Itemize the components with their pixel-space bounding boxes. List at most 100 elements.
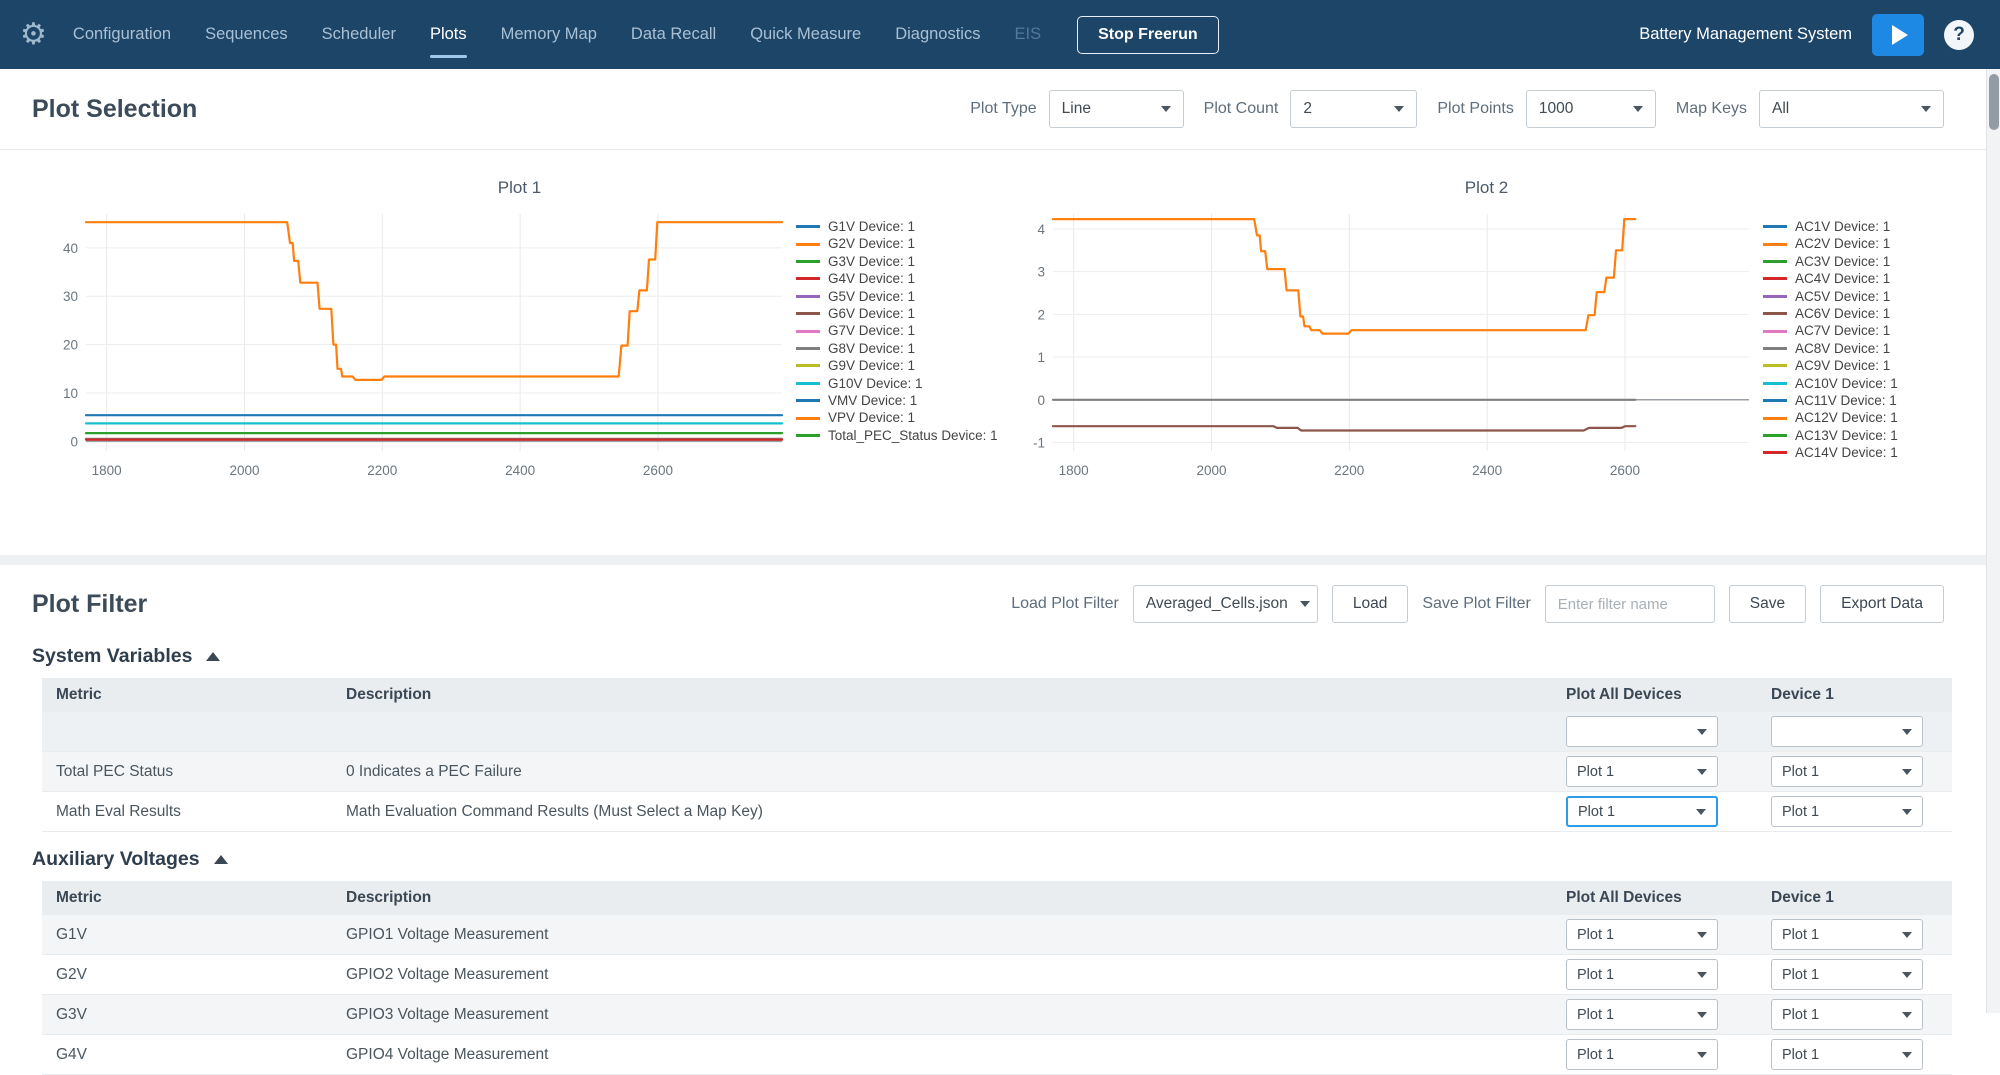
legend-item[interactable]: G7V Device: 1 (796, 322, 996, 339)
legend-item[interactable]: G8V Device: 1 (796, 340, 996, 357)
chevron-down-icon (1161, 106, 1171, 112)
run-button[interactable] (1872, 14, 1924, 56)
legend-item[interactable]: AC9V Device: 1 (1763, 357, 1963, 374)
legend-item[interactable]: Total_PEC_Status Device: 1 (796, 427, 996, 444)
scrollbar[interactable] (1986, 69, 2000, 1013)
legend-item[interactable]: G6V Device: 1 (796, 305, 996, 322)
collapse-caret-icon[interactable] (214, 855, 228, 864)
legend-swatch (796, 225, 820, 228)
export-data-button[interactable]: Export Data (1820, 585, 1944, 623)
legend-item[interactable]: VMV Device: 1 (796, 392, 996, 409)
legend-item[interactable]: G9V Device: 1 (796, 357, 996, 374)
device-1-select[interactable]: Plot 1 (1771, 959, 1923, 990)
legend-item[interactable]: AC8V Device: 1 (1763, 340, 1963, 357)
collapse-caret-icon[interactable] (206, 652, 220, 661)
plot-all-devices-select[interactable]: Plot 1 (1566, 1039, 1718, 1070)
plot-points-select[interactable]: 1000 (1526, 90, 1656, 128)
selected-value: All (1772, 100, 1789, 118)
nav-item-quick-measure[interactable]: Quick Measure (748, 17, 863, 52)
help-icon[interactable]: ? (1944, 20, 1974, 50)
plot-all-devices-select[interactable]: Plot 1 (1566, 919, 1718, 950)
legend-swatch (796, 243, 820, 246)
map-keys-select[interactable]: All (1759, 90, 1944, 128)
legend-swatch (1763, 330, 1787, 333)
nav-item-diagnostics[interactable]: Diagnostics (893, 17, 982, 52)
legend-label: AC2V Device: 1 (1795, 235, 1890, 252)
legend-item[interactable]: AC11V Device: 1 (1763, 392, 1963, 409)
device-1-select[interactable]: Plot 1 (1771, 756, 1923, 787)
svg-text:2: 2 (1037, 307, 1045, 322)
legend-item[interactable]: AC14V Device: 1 (1763, 444, 1963, 461)
settings-gear-icon[interactable]: ⚙ (20, 20, 47, 50)
legend-item[interactable]: AC10V Device: 1 (1763, 375, 1963, 392)
legend-label: Total_PEC_Status Device: 1 (828, 427, 998, 444)
legend-item[interactable]: G5V Device: 1 (796, 288, 996, 305)
legend-label: AC1V Device: 1 (1795, 218, 1890, 235)
plot-count-select[interactable]: 2 (1290, 90, 1417, 128)
device-1-select[interactable]: Plot 1 (1771, 999, 1923, 1030)
selected-value: Plot 1 (1782, 967, 1819, 983)
load-filter-select[interactable]: Averaged_Cells.json (1133, 585, 1318, 623)
column-header: Description (332, 678, 1552, 712)
load-button[interactable]: Load (1332, 585, 1408, 623)
column-header: Metric (42, 881, 332, 915)
legend-item[interactable]: G3V Device: 1 (796, 253, 996, 270)
filter-device-1-select[interactable] (1771, 716, 1923, 747)
plot-all-devices-select[interactable]: Plot 1 (1566, 999, 1718, 1030)
plot-2-canvas[interactable]: 18002000220024002600-101234 (1003, 204, 1763, 489)
charts-area: Plot 1 18002000220024002600010203040 G1V… (0, 150, 2000, 489)
nav-item-data-recall[interactable]: Data Recall (629, 17, 718, 52)
svg-text:30: 30 (63, 289, 78, 304)
nav-item-sequences[interactable]: Sequences (203, 17, 290, 52)
selected-value: Plot 1 (1577, 764, 1614, 780)
plot-all-devices-select[interactable]: Plot 1 (1566, 796, 1718, 827)
legend-item[interactable]: G10V Device: 1 (796, 375, 996, 392)
legend-label: AC5V Device: 1 (1795, 288, 1890, 305)
filter-plot-all-select[interactable] (1566, 716, 1718, 747)
legend-item[interactable]: AC6V Device: 1 (1763, 305, 1963, 322)
device-1-select[interactable]: Plot 1 (1771, 1039, 1923, 1070)
section-title: System Variables (32, 645, 192, 668)
legend-swatch (796, 382, 820, 385)
nav-item-memory-map[interactable]: Memory Map (499, 17, 599, 52)
legend-item[interactable]: G1V Device: 1 (796, 218, 996, 235)
legend-item[interactable]: AC2V Device: 1 (1763, 235, 1963, 252)
nav-item-configuration[interactable]: Configuration (71, 17, 173, 52)
filter-name-input[interactable] (1545, 585, 1715, 623)
plot-2-legend: AC1V Device: 1AC2V Device: 1AC3V Device:… (1763, 204, 1963, 489)
nav-item-plots[interactable]: Plots (428, 17, 469, 52)
plot-type-select[interactable]: Line (1049, 90, 1184, 128)
plot-selection-card: Plot Selection Plot TypeLinePlot Count2P… (0, 69, 2000, 555)
load-filter-label: Load Plot Filter (1011, 595, 1119, 613)
legend-item[interactable]: AC12V Device: 1 (1763, 409, 1963, 426)
legend-item[interactable]: AC13V Device: 1 (1763, 427, 1963, 444)
nav-items: Configuration Sequences Scheduler Plots Memo… (71, 17, 1043, 52)
stop-freerun-button[interactable]: Stop Freerun (1077, 16, 1219, 54)
device-1-select[interactable]: Plot 1 (1771, 796, 1923, 827)
device-1-select[interactable]: Plot 1 (1771, 919, 1923, 950)
legend-item[interactable]: AC1V Device: 1 (1763, 218, 1963, 235)
legend-swatch (1763, 295, 1787, 298)
save-button[interactable]: Save (1729, 585, 1806, 623)
table-row: G1VGPIO1 Voltage MeasurementPlot 1Plot 1 (42, 915, 1952, 955)
legend-item[interactable]: AC7V Device: 1 (1763, 322, 1963, 339)
column-header: Device 1 (1757, 678, 1952, 712)
plot-points-label: Plot Points (1437, 100, 1513, 118)
nav-item-scheduler[interactable]: Scheduler (320, 17, 398, 52)
save-filter-label: Save Plot Filter (1422, 595, 1530, 613)
plot-all-devices-select[interactable]: Plot 1 (1566, 756, 1718, 787)
legend-item[interactable]: VPV Device: 1 (796, 409, 996, 426)
scrollbar-thumb[interactable] (1989, 74, 1999, 130)
metrics-table: MetricDescriptionPlot All DevicesDevice … (42, 678, 1952, 832)
plot-1-canvas[interactable]: 18002000220024002600010203040 (36, 204, 796, 489)
legend-item[interactable]: AC5V Device: 1 (1763, 288, 1963, 305)
legend-item[interactable]: G4V Device: 1 (796, 270, 996, 287)
legend-item[interactable]: G2V Device: 1 (796, 235, 996, 252)
svg-text:-1: -1 (1033, 435, 1045, 450)
legend-item[interactable]: AC4V Device: 1 (1763, 270, 1963, 287)
plot-all-devices-select[interactable]: Plot 1 (1566, 959, 1718, 990)
nav-item-eis[interactable]: EIS (1012, 17, 1043, 52)
svg-text:2400: 2400 (1472, 463, 1502, 478)
chevron-down-icon (1697, 932, 1707, 938)
legend-item[interactable]: AC3V Device: 1 (1763, 253, 1963, 270)
